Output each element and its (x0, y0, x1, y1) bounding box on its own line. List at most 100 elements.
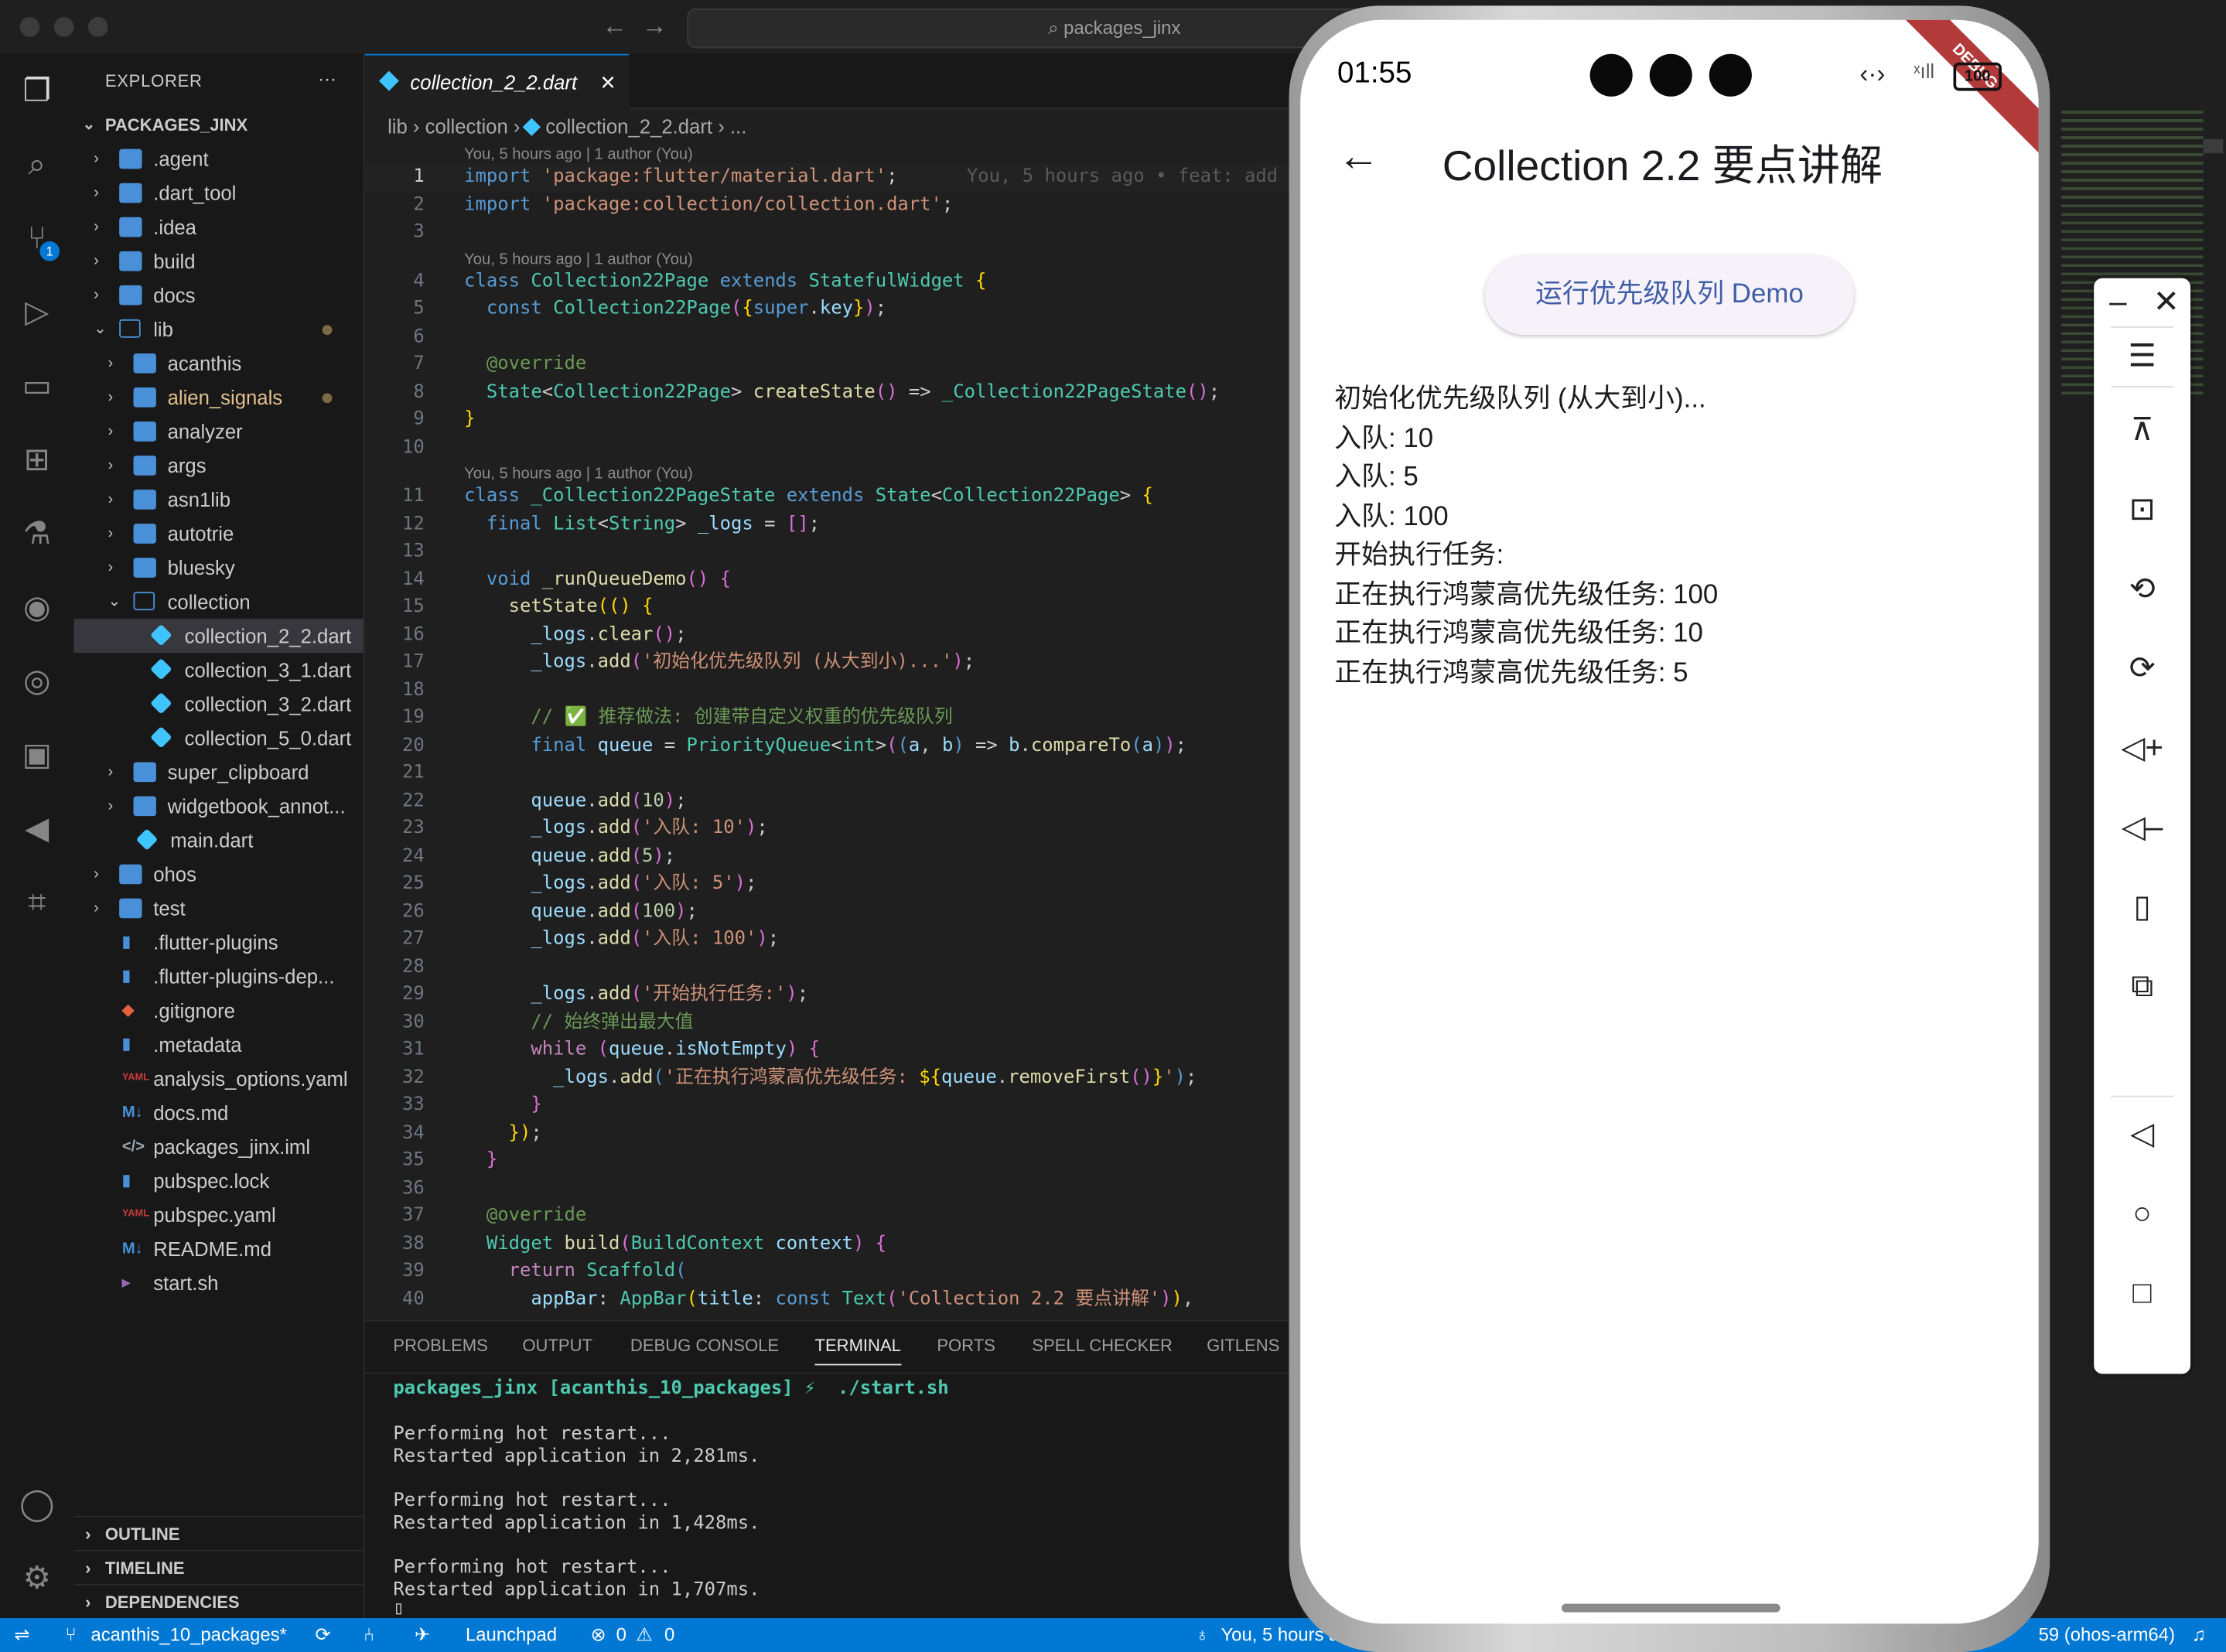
tree-item[interactable]: ▮ .flutter-plugins-dep... (73, 960, 363, 994)
tree-item[interactable]: ⌄ lib (73, 312, 363, 346)
rotate-right-icon[interactable]: ⟳ (2094, 650, 2190, 687)
run-priority-queue-button[interactable]: 运行优先级队列 Demo (1484, 255, 1855, 336)
tree-item[interactable]: collection_5_0.dart (73, 721, 363, 755)
codelens-blame[interactable]: You, 5 hours ago | 1 author (You) (365, 461, 1302, 483)
rotate-left-icon[interactable]: ⟲ (2094, 571, 2190, 608)
account-icon[interactable]: ◯ (17, 1485, 56, 1524)
branch-name[interactable]: acanthis_10_packages* (90, 1618, 286, 1652)
tree-item[interactable]: › .idea (73, 210, 363, 244)
remote-indicator-icon[interactable]: ⇌ (14, 1618, 29, 1652)
explorer-icon[interactable]: ❐ (17, 71, 56, 111)
tree-item[interactable]: › analyzer (73, 415, 363, 449)
device-status[interactable]: 59 (ohos-arm64) (2039, 1618, 2175, 1652)
dependencies-section[interactable]: › DEPENDENCIES (73, 1583, 364, 1620)
containers-icon[interactable]: ▣ (17, 736, 56, 775)
codelens-blame[interactable]: You, 5 hours ago | 1 author (You) (365, 246, 1302, 268)
tree-item[interactable]: ▮ .metadata (73, 1028, 363, 1062)
close-tab-icon[interactable]: × (600, 56, 615, 110)
run-debug-icon[interactable]: ▷ (17, 292, 56, 332)
remote-explorer-icon[interactable]: ▭ (17, 366, 56, 405)
back-arrow-icon[interactable]: ← (1337, 133, 1380, 181)
tree-item[interactable]: M↓ docs.md (73, 1096, 363, 1130)
rotate-device-icon[interactable]: ▯ (2094, 889, 2190, 926)
back-arrow-icon[interactable]: ← (602, 12, 627, 42)
tab-collection-2-2[interactable]: collection_2_2.dart × (364, 53, 630, 110)
launchpad-button[interactable]: Launchpad (466, 1618, 557, 1652)
panel-tab-ports[interactable]: PORTS (937, 1336, 995, 1356)
notifications-icon[interactable]: ♫ (2192, 1618, 2206, 1652)
panel-tab-debug-console[interactable]: DEBUG CONSOLE (630, 1336, 779, 1356)
tree-item[interactable]: › .dart_tool (73, 176, 363, 210)
breadcrumb-item[interactable]: collection_2_2.dart (545, 115, 712, 138)
zoom-window-button[interactable] (87, 17, 108, 37)
pin-icon[interactable]: ⊼ (2094, 411, 2190, 449)
tree-item[interactable]: collection_3_1.dart (73, 653, 363, 687)
tree-item[interactable]: › ohos (73, 857, 363, 891)
minimize-icon[interactable]: – (2094, 284, 2142, 321)
tree-item[interactable]: ⌄ collection (73, 585, 363, 619)
scan-icon[interactable]: ⌗ (17, 882, 56, 922)
tree-item[interactable]: › args (73, 449, 363, 483)
home-indicator[interactable] (1561, 1603, 1780, 1613)
tree-item[interactable]: › super_clipboard (73, 755, 363, 789)
sync-icon[interactable]: ⟳ (315, 1618, 330, 1652)
crop-icon[interactable]: ⊡ (2094, 491, 2190, 528)
settings-gear-icon[interactable]: ⚙ (17, 1558, 56, 1598)
volume-down-icon[interactable]: ◁– (2094, 809, 2190, 846)
tree-item[interactable]: › test (73, 891, 363, 925)
panel-tab-spell-checker[interactable]: SPELL CHECKER (1032, 1336, 1173, 1356)
minimize-window-button[interactable] (53, 17, 74, 37)
explorer-more-button[interactable]: ··· (318, 68, 336, 90)
tree-item[interactable]: › build (73, 244, 363, 278)
tree-item[interactable]: › asn1lib (73, 483, 363, 517)
tree-item[interactable]: </> packages_jinx.iml (73, 1130, 363, 1164)
search-icon[interactable]: ⌕ (17, 145, 56, 184)
outline-section[interactable]: › OUTLINE (73, 1515, 364, 1551)
tree-item[interactable]: › docs (73, 278, 363, 312)
breadcrumb-item[interactable]: collection (425, 115, 508, 138)
close-window-button[interactable] (19, 17, 40, 37)
tree-item[interactable]: YAML analysis_options.yaml (73, 1062, 363, 1096)
tree-item[interactable]: › .agent (73, 142, 363, 176)
tree-item[interactable]: › acanthis (73, 346, 363, 381)
error-count[interactable]: 0 (616, 1618, 626, 1652)
tree-item[interactable]: › widgetbook_annot... (73, 789, 363, 823)
volume-up-icon[interactable]: ◁+ (2094, 729, 2190, 766)
timeline-section[interactable]: › TIMELINE (73, 1549, 364, 1585)
close-icon[interactable]: ✕ (2142, 284, 2190, 321)
forward-arrow-icon[interactable]: → (642, 12, 667, 42)
tree-item[interactable]: main.dart (73, 823, 363, 857)
tree-item[interactable]: collection_3_2.dart (73, 687, 363, 721)
gitlens-icon[interactable]: ◉ (17, 588, 56, 627)
testing-icon[interactable]: ⚗ (17, 514, 56, 553)
tree-item[interactable]: ▮ .flutter-plugins (73, 925, 363, 959)
tree-item[interactable]: › autotrie (73, 517, 363, 551)
git-icon[interactable]: ⑃ (364, 1618, 374, 1652)
extensions-icon[interactable]: ⊞ (17, 440, 56, 480)
git-graph-icon[interactable]: ◎ (17, 661, 56, 701)
flutter-icon[interactable]: ◀ (17, 809, 56, 848)
breadcrumb-item[interactable]: lib (388, 115, 408, 138)
breadcrumb-item[interactable]: ... (730, 115, 746, 138)
tree-item[interactable]: ▮ pubspec.lock (73, 1164, 363, 1198)
warning-count[interactable]: 0 (664, 1618, 674, 1652)
recents-nav-icon[interactable]: □ (2094, 1275, 2190, 1312)
tree-item[interactable]: › alien_signals (73, 381, 363, 415)
menu-icon[interactable]: ☰ (2094, 338, 2190, 375)
tree-item[interactable]: M↓ README.md (73, 1232, 363, 1266)
panel-tab-gitlens[interactable]: GITLENS (1207, 1336, 1279, 1356)
codelens-blame[interactable]: You, 5 hours ago | 1 author (You) (365, 142, 1302, 163)
tree-item[interactable]: YAML pubspec.yaml (73, 1198, 363, 1232)
back-nav-icon[interactable]: ◁ (2094, 1115, 2190, 1152)
home-nav-icon[interactable]: ○ (2094, 1195, 2190, 1232)
panel-tab-terminal[interactable]: TERMINAL (814, 1336, 901, 1366)
tree-item[interactable]: ▸ start.sh (73, 1266, 363, 1300)
multi-window-icon[interactable]: ⧉ (2094, 968, 2190, 1005)
panel-tab-output[interactable]: OUTPUT (522, 1336, 592, 1356)
tree-item[interactable]: collection_2_2.dart (73, 619, 364, 654)
tree-item[interactable]: › bluesky (73, 551, 363, 585)
workspace-root[interactable]: ⌄ PACKAGES_JINX (73, 108, 363, 142)
scrollbar-thumb[interactable] (2203, 138, 2224, 154)
tree-item[interactable]: ◆ .gitignore (73, 994, 363, 1028)
panel-tab-problems[interactable]: PROBLEMS (393, 1336, 487, 1356)
